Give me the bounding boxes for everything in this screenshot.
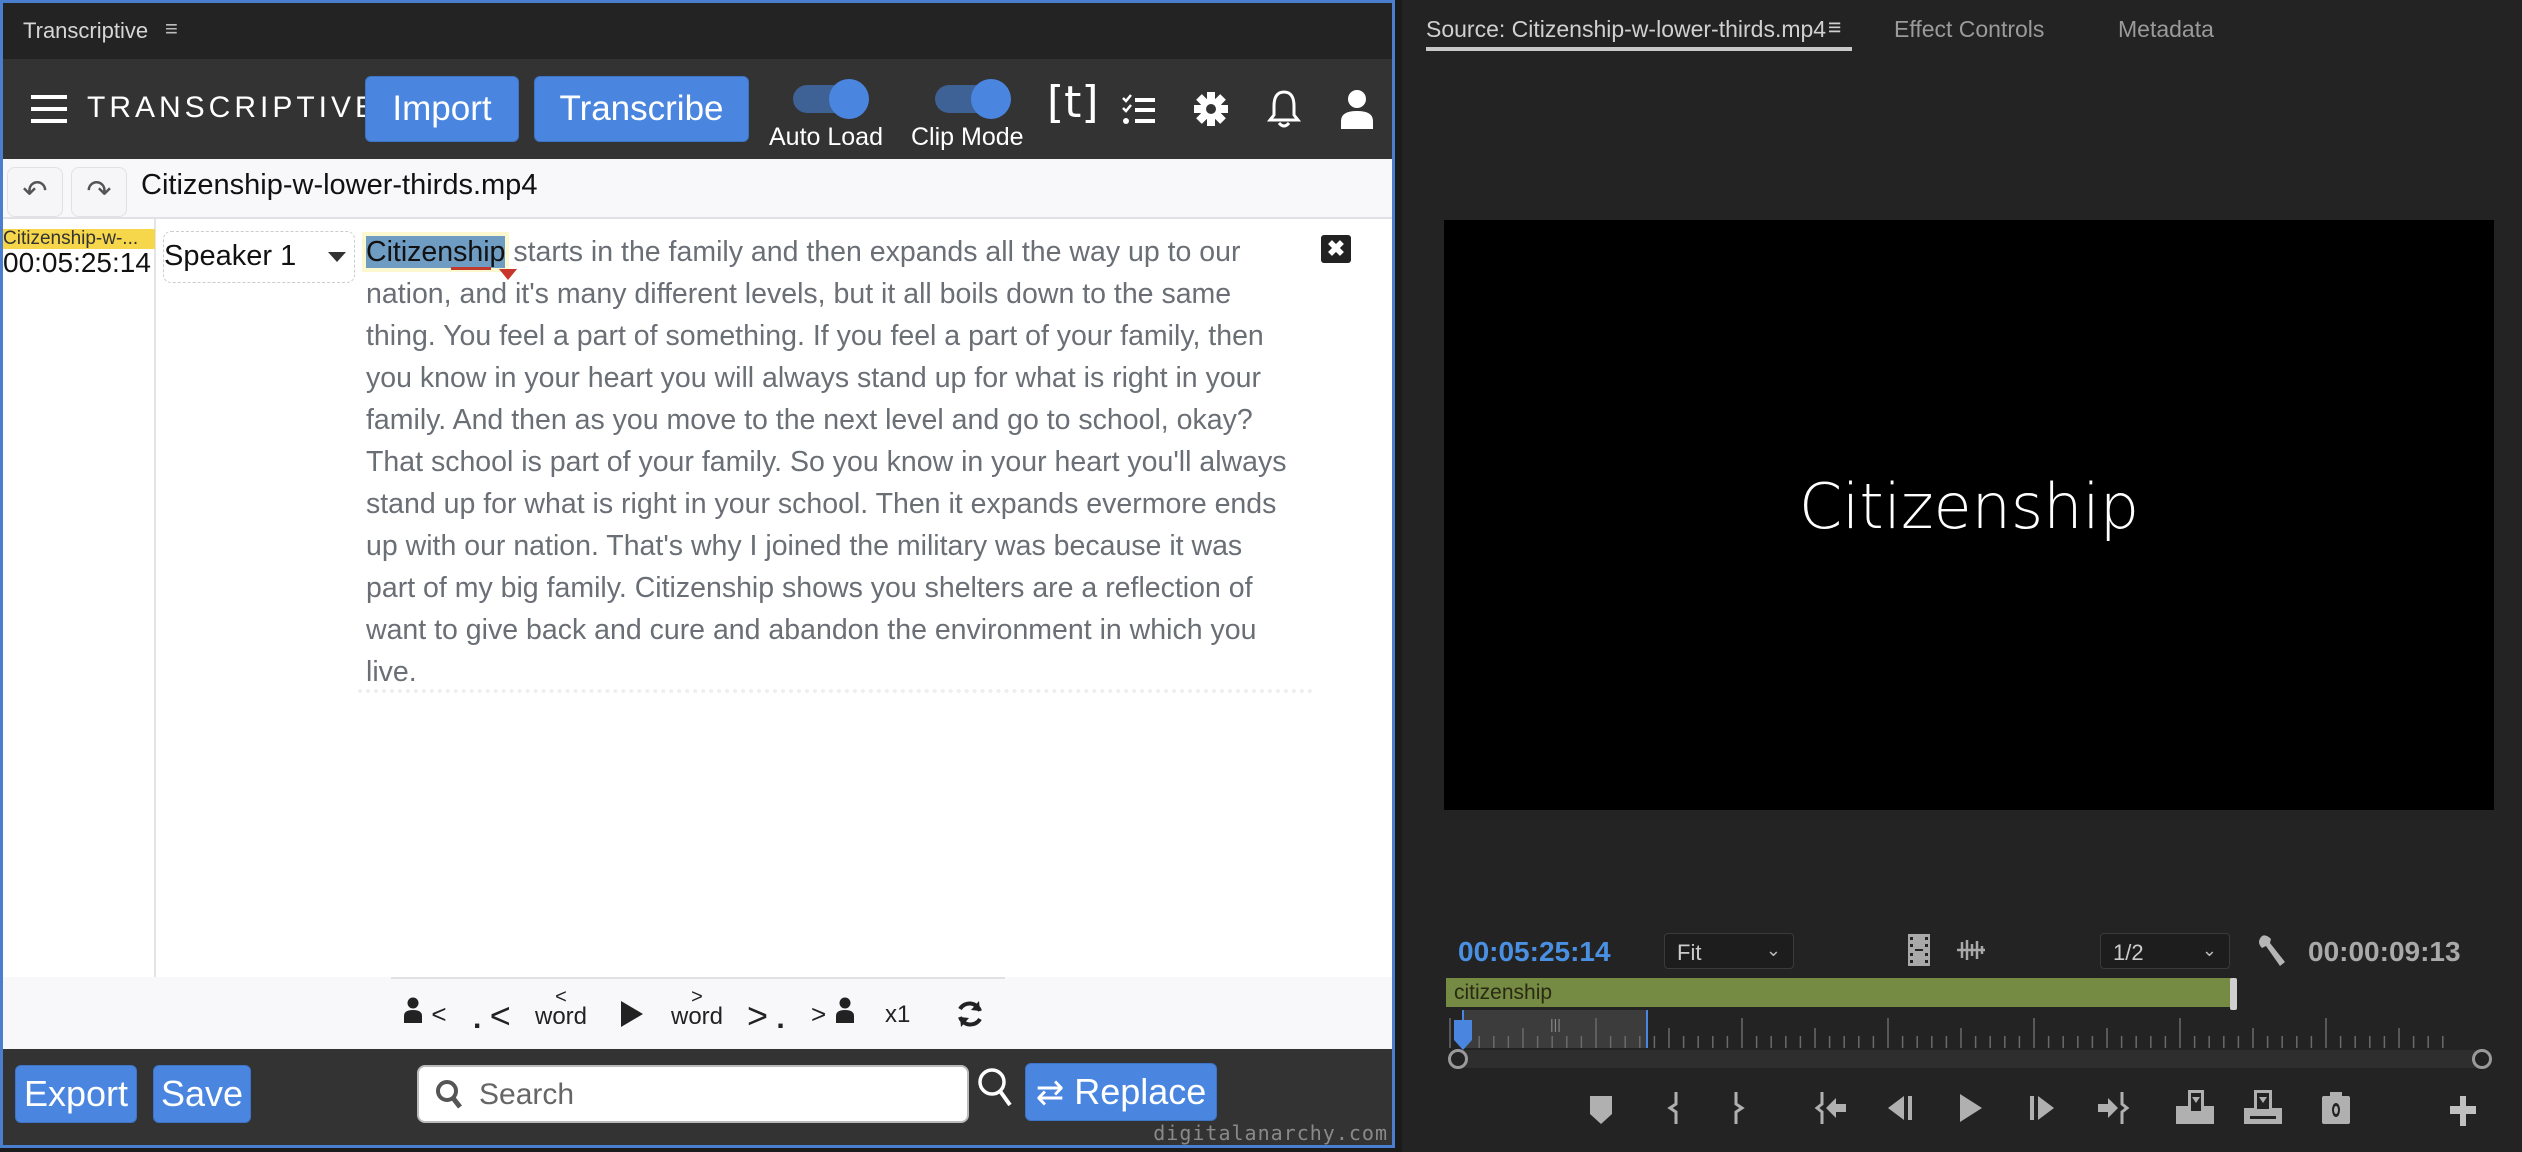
chevron-down-icon: ⌄ (1765, 940, 1781, 960)
add-button-icon[interactable] (2450, 1090, 2476, 1126)
bottom-action-bar: Export Save ⇄ Replace digitalanarchy.com (3, 1049, 1392, 1145)
swap-arrows-icon: ⇄ (1035, 1074, 1065, 1112)
search-icon (436, 1080, 462, 1109)
transcript-paragraph[interactable]: starts in the family and then expands al… (366, 236, 1287, 688)
zoom-level-select[interactable]: Fit ⌄ (1664, 933, 1794, 969)
video-preview[interactable]: Citizenship (1444, 220, 2494, 810)
replace-label: Replace (1074, 1071, 1207, 1112)
mark-out-icon[interactable] (1732, 1090, 1746, 1126)
divider (391, 977, 1005, 979)
file-name: Citizenship-w-lower-thirds.mp4 (141, 169, 538, 201)
clip-mode-toggle[interactable] (935, 79, 1011, 119)
paragraph-timecode[interactable]: 00:05:25:14 (3, 247, 151, 279)
digitalanarchy-credit: digitalanarchy.com (1153, 1121, 1388, 1145)
current-timecode[interactable]: 00:05:25:14 (1458, 936, 1611, 968)
active-tab-indicator (1426, 47, 1852, 51)
speaker-select[interactable]: Speaker 1 (163, 231, 355, 283)
search-submit-icon[interactable] (977, 1067, 1013, 1107)
next-speaker-button[interactable]: > (811, 997, 855, 1031)
clip-end-handle[interactable] (2230, 978, 2237, 1010)
scrollbar-end-handle[interactable] (2472, 1049, 2492, 1069)
save-button[interactable]: Save (153, 1065, 251, 1123)
replace-button[interactable]: ⇄ Replace (1025, 1063, 1217, 1121)
playback-navigation-bar: < . < < word > word > . > x1 (3, 977, 1392, 1049)
speaker-name: Speaker 1 (164, 240, 297, 272)
video-frame-title: Citizenship (1798, 470, 2140, 543)
play-icon[interactable] (621, 1001, 643, 1027)
mark-in-icon[interactable] (1666, 1090, 1680, 1126)
zoom-scrollbar[interactable] (1458, 1050, 2482, 1068)
playhead-marker-icon (499, 269, 517, 280)
scrollbar-start-handle[interactable] (1448, 1049, 1468, 1069)
current-word-highlight[interactable]: Citizenship (366, 236, 506, 268)
chevron-down-icon: ⌄ (2201, 940, 2217, 960)
add-marker-icon[interactable] (1590, 1090, 1612, 1126)
search-input[interactable] (479, 1075, 959, 1115)
toolbar: TRANSCRIPTIVE Import Transcribe Auto Loa… (3, 59, 1392, 159)
paragraph-divider (358, 689, 1313, 693)
go-to-in-icon[interactable] (1814, 1090, 1848, 1126)
redo-button[interactable]: ↷ (71, 167, 127, 217)
clip-bar[interactable]: citizenship (1446, 978, 2232, 1007)
dropdown-caret-icon (328, 252, 346, 262)
notifications-bell-icon[interactable] (1267, 89, 1301, 129)
word-confidence-mark (451, 267, 491, 270)
transcriptive-panel: Transcriptive ≡ TRANSCRIPTIVE Import Tra… (0, 0, 1395, 1148)
overwrite-icon[interactable] (2244, 1090, 2282, 1126)
drag-audio-only-icon[interactable] (1956, 938, 1986, 962)
drag-video-only-icon[interactable] (1908, 934, 1930, 966)
panel-title: Transcriptive (23, 18, 149, 43)
wrench-settings-icon[interactable] (2256, 934, 2286, 968)
toggle-knob (829, 79, 869, 119)
export-button[interactable]: Export (15, 1065, 137, 1123)
clip-mode-label: Clip Mode (911, 123, 1024, 151)
time-ruler[interactable] (1446, 1010, 2466, 1050)
settings-gear-icon[interactable] (1193, 91, 1229, 127)
export-frame-camera-icon[interactable] (2322, 1090, 2350, 1126)
auto-load-label: Auto Load (769, 123, 883, 151)
transcriptive-t-icon[interactable]: [t] (1047, 77, 1099, 128)
panel-menu-icon[interactable]: ≡ (165, 16, 178, 42)
toggle-knob (971, 79, 1011, 119)
sync-refresh-icon[interactable] (955, 999, 985, 1029)
step-forward-icon[interactable] (2028, 1090, 2056, 1126)
brand-logo: TRANSCRIPTIVE (87, 91, 380, 124)
insert-icon[interactable] (2176, 1090, 2214, 1126)
user-account-icon[interactable] (1339, 89, 1375, 129)
panel-title-bar: Transcriptive ≡ (3, 3, 1392, 59)
prev-sentence-button[interactable]: . < (473, 995, 511, 1037)
next-sentence-button[interactable]: > . (747, 995, 785, 1037)
transcript-text[interactable]: Citizenship starts in the family and the… (366, 219, 1296, 693)
playhead-icon[interactable] (1454, 1020, 1472, 1050)
delete-paragraph-button[interactable]: ✖ (1321, 235, 1351, 263)
timecode-column: Citizenship-w-... 00:05:25:14 (3, 219, 156, 977)
file-header: ↶ ↷ Citizenship-w-lower-thirds.mp4 (3, 159, 1392, 219)
transcript-area: Citizenship-w-... 00:05:25:14 Speaker 1 … (3, 219, 1392, 977)
tab-metadata[interactable]: Metadata (2118, 16, 2214, 43)
go-to-out-icon[interactable] (2096, 1090, 2130, 1126)
import-button[interactable]: Import (365, 76, 519, 142)
playback-resolution-select[interactable]: 1/2 ⌄ (2100, 933, 2230, 969)
tab-source[interactable]: Source: Citizenship-w-lower-thirds.mp4 (1426, 16, 1826, 43)
transcribe-button[interactable]: Transcribe (534, 76, 749, 142)
search-field[interactable] (417, 1065, 969, 1123)
step-back-icon[interactable] (1886, 1090, 1914, 1126)
panel-tabs: Source: Citizenship-w-lower-thirds.mp4 ≡… (1402, 0, 2522, 56)
clip-duration: 00:00:09:13 (2308, 936, 2461, 967)
play-icon[interactable] (1958, 1090, 1982, 1126)
next-word-button[interactable]: > word (671, 987, 723, 1029)
prev-word-button[interactable]: < word (535, 987, 587, 1029)
checklist-icon[interactable] (1121, 93, 1155, 127)
prev-speaker-button[interactable]: < (403, 997, 447, 1031)
undo-button[interactable]: ↶ (7, 167, 63, 217)
speaker-person-icon (404, 997, 422, 1023)
hamburger-menu-icon[interactable] (31, 95, 67, 123)
playback-speed-button[interactable]: x1 (885, 1001, 910, 1029)
auto-load-toggle[interactable] (793, 79, 869, 119)
clip-name-label: Citizenship-w-... (3, 229, 155, 249)
speaker-person-icon (835, 997, 854, 1023)
source-monitor-panel: Source: Citizenship-w-lower-thirds.mp4 ≡… (1402, 0, 2522, 1152)
tab-effect-controls[interactable]: Effect Controls (1894, 16, 2044, 43)
tab-menu-icon[interactable]: ≡ (1828, 14, 1841, 41)
